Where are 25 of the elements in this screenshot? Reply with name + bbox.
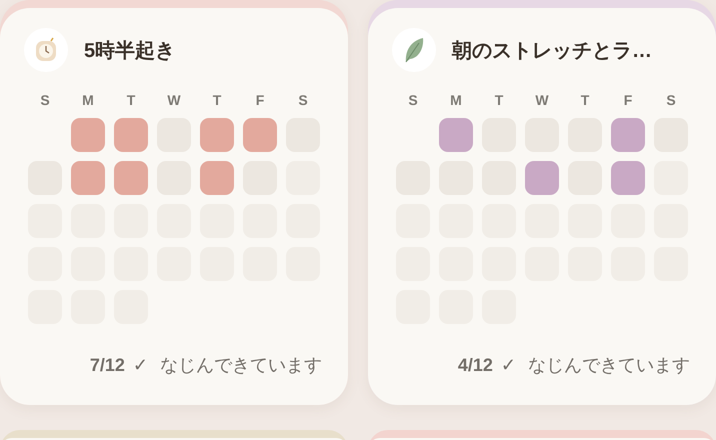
- weekday-label: M: [81, 92, 95, 108]
- check-mark: ✓: [132, 354, 148, 376]
- weekday-label: T: [494, 92, 504, 108]
- weekday-label: S: [407, 92, 419, 108]
- alarm-clock-icon: [34, 37, 58, 63]
- weekday-label: S: [39, 92, 51, 108]
- weekday-label: F: [622, 92, 634, 108]
- habit-title: 5時半起き: [84, 38, 176, 64]
- weekday-label: S: [297, 92, 309, 108]
- weekday-label: W: [534, 92, 550, 108]
- habit-title: 朝のストレッチとラ…: [452, 38, 652, 64]
- weekday-label: S: [665, 92, 677, 108]
- weekday-label: W: [166, 92, 182, 108]
- weekday-label: M: [449, 92, 463, 108]
- check-mark: ✓: [500, 354, 516, 376]
- status-message: なじんできています: [528, 354, 690, 377]
- weekday-label: T: [126, 92, 136, 108]
- progress-count: 7/12: [90, 354, 125, 376]
- habit-card[interactable]: 5時半起き S M T W T F S 7/12 ✓ なじんできています: [0, 0, 348, 405]
- weekday-label: T: [212, 92, 222, 108]
- status-message: なじんできています: [160, 354, 322, 377]
- weekday-label: T: [580, 92, 590, 108]
- habit-card[interactable]: 朝のストレッチとラ… S M T W T F S 4/12 ✓ なじんできています: [368, 0, 716, 405]
- progress-count: 4/12: [458, 354, 493, 376]
- weekday-label: F: [254, 92, 266, 108]
